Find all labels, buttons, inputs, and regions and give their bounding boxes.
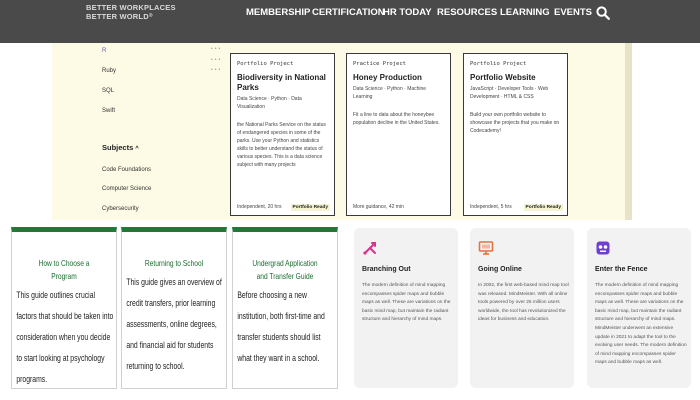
- chevron-up-icon: ^: [135, 146, 139, 152]
- project-kicker: Practice Project: [353, 61, 406, 67]
- filter-item-r[interactable]: R: [102, 48, 106, 54]
- feature-card-branching-out: Branching Out The modern definition of m…: [354, 228, 458, 388]
- filter-item-swift[interactable]: Swift: [102, 108, 115, 114]
- feature-card-enter-the-fence: Enter the Fence The modern definition of…: [587, 228, 691, 388]
- portfolio-ready-badge: Portfolio Ready: [523, 204, 563, 211]
- project-title: Honey Production: [353, 73, 422, 82]
- panel-scrollbar[interactable]: [625, 43, 632, 220]
- project-kicker: Portfolio Project: [470, 61, 527, 67]
- nav-resources[interactable]: RESOURCES: [437, 7, 497, 18]
- project-duration: More guidance, 42 min: [353, 204, 404, 210]
- article-card-returning-to-school[interactable]: Returning to School This guide gives an …: [121, 227, 227, 389]
- subject-item-cybersecurity[interactable]: Cybersecurity: [102, 206, 139, 212]
- portfolio-ready-badge: Portfolio Ready: [290, 204, 330, 211]
- project-kicker: Portfolio Project: [237, 61, 294, 67]
- article-description: Before choosing a new institution, both …: [237, 290, 325, 364]
- top-nav-bar: BETTER WORKPLACES BETTER WORLD® MEMBERSH…: [0, 0, 700, 43]
- article-card-undergrad-application[interactable]: Undergrad Application and Transfer Guide…: [232, 227, 338, 389]
- brand-line-2-text: BETTER WORLD: [86, 12, 149, 21]
- feature-description: The modern definition of mind mapping en…: [362, 283, 451, 323]
- article-title[interactable]: Undergrad Application and Transfer Guide: [248, 257, 323, 283]
- project-card-honey-production[interactable]: Practice Project Honey Production Data S…: [346, 53, 451, 216]
- subject-item-code-foundations[interactable]: Code Foundations: [102, 167, 151, 173]
- nav-hr-today[interactable]: HR TODAY: [383, 7, 432, 18]
- nav-events[interactable]: EVENTS: [554, 7, 592, 18]
- brand-line-2: BETTER WORLD®: [86, 12, 153, 21]
- feature-card-going-online: Going Online In 2002, the first web-base…: [470, 228, 574, 388]
- brand-logo[interactable]: BETTER WORKPLACES BETTER WORLD®: [86, 3, 176, 21]
- nav-learning[interactable]: LEARNING: [500, 7, 550, 18]
- feature-title: Enter the Fence: [595, 266, 648, 273]
- filter-item-ruby[interactable]: Ruby: [102, 68, 116, 74]
- nav-certification[interactable]: CERTIFICATION: [312, 7, 385, 18]
- feature-title: Going Online: [478, 266, 522, 273]
- feature-description: The modern definition of mind mapping en…: [595, 283, 687, 366]
- drag-dots: •••: [211, 67, 223, 73]
- project-duration: Independent, 5 hrs: [470, 204, 512, 210]
- project-description: Fit a line to data about the honeybee po…: [353, 112, 440, 126]
- article-card-choose-program[interactable]: How to Choose a Program This guide outli…: [11, 227, 117, 389]
- robot-icon: [596, 241, 610, 255]
- project-description: the National Parks Service on the status…: [237, 122, 326, 168]
- filter-item-sql[interactable]: SQL: [102, 88, 114, 94]
- brand-line-1: BETTER WORKPLACES: [86, 3, 176, 12]
- project-description: Build your own portfolio website to show…: [470, 112, 560, 134]
- project-title: Portfolio Website: [470, 73, 536, 82]
- project-title: Biodiversity in National Parks: [237, 73, 326, 92]
- project-tags: JavaScript · Developer Tools · Web Devel…: [470, 86, 549, 100]
- project-card-biodiversity[interactable]: Portfolio Project Biodiversity in Nation…: [230, 53, 335, 216]
- monitor-icon: [478, 241, 494, 255]
- project-duration: Independent, 20 hrs: [237, 204, 282, 210]
- drag-dots: •••: [211, 46, 223, 52]
- article-description: This guide gives an overview of credit t…: [126, 277, 222, 372]
- project-card-portfolio-website[interactable]: Portfolio Project Portfolio Website Java…: [463, 53, 568, 216]
- search-icon[interactable]: [596, 6, 610, 20]
- feature-description: In 2002, the first web-based mind map to…: [478, 283, 569, 323]
- project-tags: Data Science · Python · Data Visualizati…: [237, 96, 302, 110]
- project-tags: Data Science · Python · Machine Learning: [353, 86, 427, 100]
- nav-membership[interactable]: MEMBERSHIP: [246, 7, 310, 18]
- subjects-heading[interactable]: Subjects ^: [102, 143, 139, 152]
- subjects-heading-text: Subjects: [102, 143, 134, 152]
- branching-icon: [363, 242, 376, 255]
- article-title[interactable]: Returning to School: [137, 257, 212, 270]
- article-title[interactable]: How to Choose a Program: [27, 257, 102, 283]
- feature-title: Branching Out: [362, 266, 411, 273]
- subject-item-computer-science[interactable]: Computer Science: [102, 186, 151, 192]
- drag-dots: •••: [211, 57, 223, 63]
- article-description: This guide outlines crucial factors that…: [16, 290, 114, 385]
